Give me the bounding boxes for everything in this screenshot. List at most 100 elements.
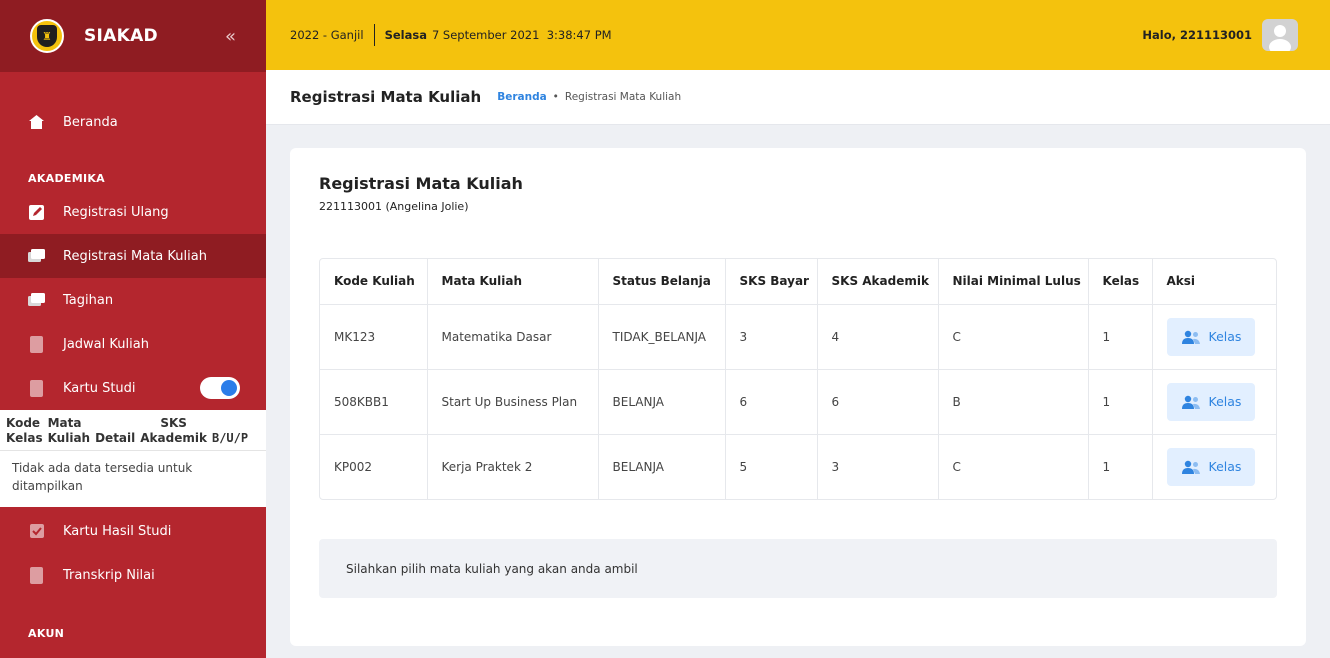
cell-aksi: Kelas [1152,434,1276,499]
cell-aksi: Kelas [1152,369,1276,435]
table-header-row: Kode Kuliah Mata Kuliah Status Belanja S… [320,259,1276,305]
cell-nilai: C [938,304,1089,370]
sidebar-item-beranda[interactable]: Beranda [0,102,266,142]
sidebar-brand: ♜ SIAKAD « [0,0,266,72]
col-status-belanja: Status Belanja [598,259,726,305]
breadcrumb: Beranda • Registrasi Mata Kuliah [497,91,682,103]
kartu-studi-table-header: Kode Kelas Mata Kuliah Detail SKS Akademik … [0,410,266,451]
cell-sks-bayar: 6 [725,369,818,435]
card-icon [28,292,45,309]
cell-sks-akademik: 3 [817,434,939,499]
cell-mata-kuliah: Matematika Dasar [427,304,599,370]
col-mata-kuliah: Mata Kuliah [427,259,599,305]
breadcrumb-current: Registrasi Mata Kuliah [564,91,682,103]
cell-kode: MK123 [320,304,428,370]
registration-card: Registrasi Mata Kuliah 221113001 (Angeli… [290,148,1306,646]
sidebar-item-tagihan[interactable]: Tagihan [0,278,266,322]
document-icon [28,566,45,584]
sidebar-item-label: Kartu Hasil Studi [63,523,172,539]
divider [373,24,375,46]
kelas-button-label: Kelas [1208,394,1242,409]
user-greeting[interactable]: Halo, 221113001 [1142,28,1252,42]
course-table: Kode Kuliah Mata Kuliah Status Belanja S… [319,258,1277,500]
col-sks-akademik: SKS Akademik [140,416,207,445]
cell-mata-kuliah: Kerja Praktek 2 [427,434,599,499]
cell-kelas: 1 [1088,369,1153,435]
page-header: Registrasi Mata Kuliah Beranda • Registras… [266,70,1330,124]
kelas-button[interactable]: Kelas [1166,382,1256,421]
info-notice: Silahkan pilih mata kuliah yang akan and… [319,539,1277,598]
sidebar-item-jadwal-kuliah[interactable]: Jadwal Kuliah [0,322,266,366]
sidebar-item-registrasi-mata-kuliah[interactable]: Registrasi Mata Kuliah [0,234,266,278]
kartu-studi-toggle[interactable] [200,377,240,399]
cell-sks-akademik: 4 [817,304,939,370]
cell-kode: KP002 [320,434,428,499]
section-akademika: AKADEMIKA [28,172,105,185]
cell-sks-bayar: 5 [725,434,818,499]
card-title: Registrasi Mata Kuliah [319,174,523,193]
sidebar-item-label: Kartu Studi [63,380,136,396]
sidebar-item-label: Tagihan [63,292,114,308]
col-kode-kelas: Kode Kelas [6,416,43,445]
check-document-icon [28,523,45,540]
cell-kelas: 1 [1088,434,1153,499]
kelas-button[interactable]: Kelas [1166,317,1256,356]
kelas-button-label: Kelas [1208,329,1242,344]
semester-label: 2022 - Ganjil [290,28,364,42]
table-row: KP002 Kerja Praktek 2 BELANJA 5 3 C 1 Ke… [320,434,1276,499]
avatar[interactable] [1262,19,1298,51]
kelas-button[interactable]: Kelas [1166,447,1256,486]
sidebar-item-kartu-studi[interactable]: Kartu Studi [0,366,266,410]
cell-status: BELANJA [598,369,726,435]
university-logo: ♜ [30,19,64,53]
section-akun: AKUN [28,627,65,640]
sidebar-item-kartu-hasil-studi[interactable]: Kartu Hasil Studi [0,509,266,553]
cell-aksi: Kelas [1152,304,1276,370]
edit-icon [28,204,45,221]
col-sks-bayar: SKS Bayar [725,259,818,305]
datetime-label: 7 September 2021 3:38:47 PM [431,28,612,42]
card-icon [28,248,45,265]
sidebar-item-label: Beranda [63,114,118,130]
cell-status: TIDAK_BELANJA [598,304,726,370]
cell-kelas: 1 [1088,304,1153,370]
col-kode-kuliah: Kode Kuliah [320,259,428,305]
cell-status: BELANJA [598,434,726,499]
col-mata-kuliah: Mata Kuliah [47,416,91,445]
document-icon [28,379,45,397]
users-icon [1181,395,1201,409]
cell-sks-bayar: 3 [725,304,818,370]
users-icon [1181,460,1201,474]
cell-sks-akademik: 6 [817,369,939,435]
page-title: Registrasi Mata Kuliah [290,88,482,106]
table-row: 508KBB1 Start Up Business Plan BELANJA 6… [320,369,1276,435]
sidebar-item-label: Transkrip Nilai [63,567,155,583]
cell-nilai: C [938,434,1089,499]
student-id: 221113001 (Angelina Jolie) [319,200,469,213]
col-sks-akademik: SKS Akademik [817,259,939,305]
sidebar-item-label: Jadwal Kuliah [63,336,149,352]
cell-mata-kuliah: Start Up Business Plan [427,369,599,435]
document-icon [28,335,45,353]
sidebar-item-transkrip-nilai[interactable]: Transkrip Nilai [0,553,266,597]
topbar: 2022 - Ganjil Selasa 7 September 2021 3:… [266,0,1330,70]
users-icon [1181,330,1201,344]
kartu-studi-table: Kode Kelas Mata Kuliah Detail SKS Akademik … [0,410,266,507]
col-nilai-minimal-lulus: Nilai Minimal Lulus [938,259,1089,305]
sidebar-item-label: Registrasi Ulang [63,204,169,220]
sidebar: ♜ SIAKAD « Beranda AKADEMIKA Registrasi … [0,0,266,658]
collapse-sidebar-icon[interactable]: « [225,26,236,47]
sidebar-item-registrasi-ulang[interactable]: Registrasi Ulang [0,190,266,234]
day-label: Selasa [384,28,427,42]
col-kelas: Kelas [1088,259,1153,305]
breadcrumb-home-link[interactable]: Beranda [497,91,546,103]
table-row: MK123 Matematika Dasar TIDAK_BELANJA 3 4… [320,304,1276,370]
cell-kode: 508KBB1 [320,369,428,435]
kelas-button-label: Kelas [1208,459,1242,475]
app-title: SIAKAD [84,26,158,46]
col-bup: B/U/P [211,431,249,445]
sidebar-item-label: Registrasi Mata Kuliah [63,248,207,264]
home-icon [28,114,45,131]
col-detail: Detail [95,431,136,445]
cell-nilai: B [938,369,1089,435]
